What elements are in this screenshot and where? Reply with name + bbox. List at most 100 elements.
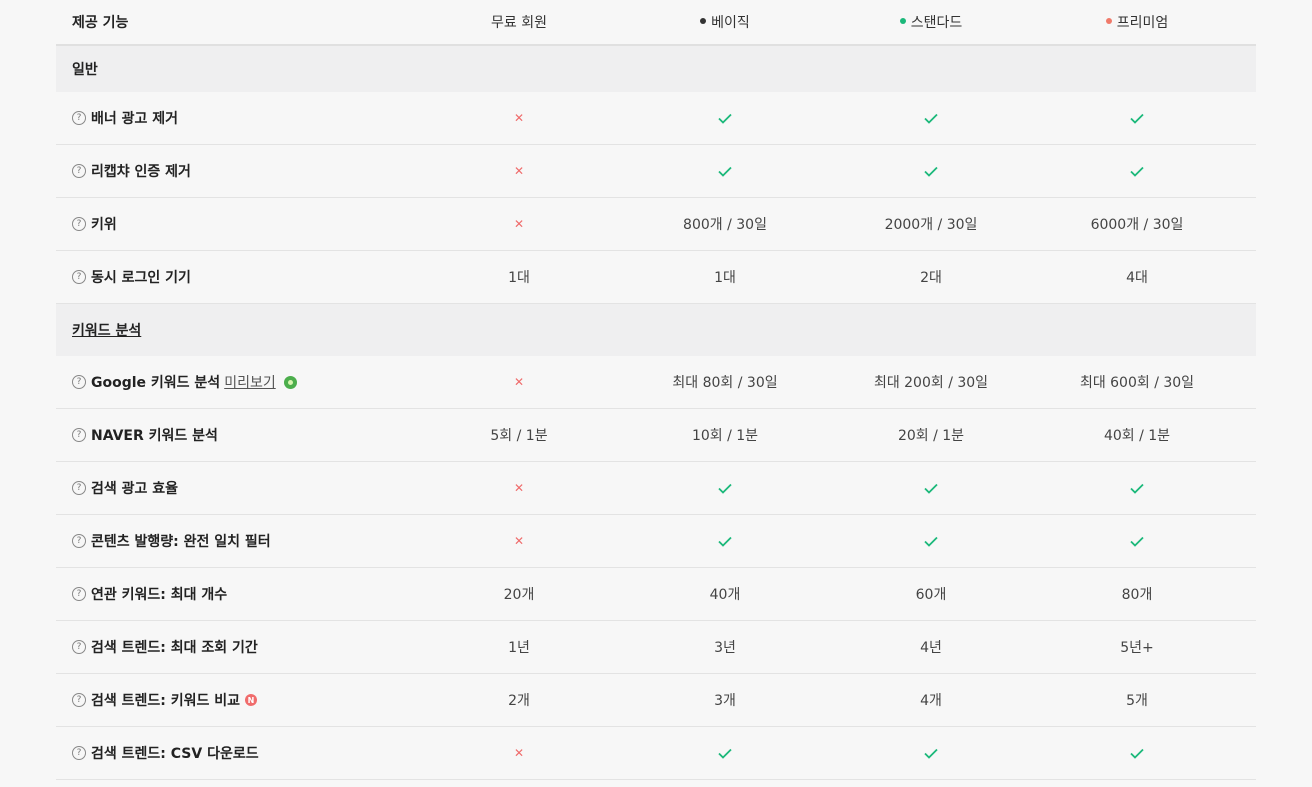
plan-value-cell: 40회 / 1분 xyxy=(1034,425,1240,445)
help-icon[interactable]: ? xyxy=(72,481,86,495)
feature-label: ? 검색 트렌드: 최대 조회 기간 xyxy=(56,637,416,657)
feature-name: 검색 트렌드: CSV 다운로드 xyxy=(91,746,259,762)
plan-value-cell: ✕ xyxy=(416,217,622,231)
plan-value: 1대 xyxy=(714,270,736,286)
google-badge-icon xyxy=(283,375,297,389)
section-title: 일반 xyxy=(72,62,98,78)
plan-value: 40개 xyxy=(709,587,741,603)
table-row: ? 검색 광고 효율 ✕ xyxy=(56,462,1256,515)
feature-column-header: 제공 기능 xyxy=(72,15,129,31)
new-badge-icon: N xyxy=(245,694,258,706)
cross-icon: ✕ xyxy=(513,375,525,389)
help-icon[interactable]: ? xyxy=(72,640,86,654)
plan-value-cell: 60개 xyxy=(828,584,1034,604)
cross-icon: ✕ xyxy=(513,111,525,125)
table-row: ? 콘텐츠 발행량: 완전 일치 필터 ✕ xyxy=(56,515,1256,568)
plan-value: 40회 / 1분 xyxy=(1103,428,1171,444)
plan-value: 1년 xyxy=(508,640,530,656)
plan-header-basic: 베이직 xyxy=(622,12,828,32)
help-icon[interactable]: ? xyxy=(72,428,86,442)
plan-value-cell: 10회 / 1분 xyxy=(622,425,828,445)
plan-value-cell: 5년+ xyxy=(1034,637,1240,657)
plan-value-cell xyxy=(828,166,1034,177)
plan-value: 2개 xyxy=(508,693,530,709)
plan-dot-icon xyxy=(700,18,707,24)
feature-label: ? 키위 xyxy=(56,214,416,234)
table-row: ? 검색 트렌드: 키워드 비교 N 2개 3개 4개 5개 xyxy=(56,674,1256,727)
help-icon[interactable]: ? xyxy=(72,746,86,760)
table-row: ? 검색 트렌드: CSV 다운로드 ✕ xyxy=(56,727,1256,780)
cross-icon: ✕ xyxy=(513,217,525,231)
plan-value: 60개 xyxy=(915,587,947,603)
check-icon xyxy=(924,483,938,494)
table-row: ? NAVER 키워드 분석 5회 / 1분 10회 / 1분 20회 / 1분 40회 … xyxy=(56,409,1256,462)
help-icon[interactable]: ? xyxy=(72,534,86,548)
check-icon xyxy=(1130,483,1144,494)
check-icon xyxy=(924,166,938,177)
plan-value-cell: ✕ xyxy=(416,481,622,495)
plan-value-cell: 4개 xyxy=(828,690,1034,710)
plan-value-cell: 6000개 / 30일 xyxy=(1034,214,1240,234)
help-icon[interactable]: ? xyxy=(72,375,86,389)
plan-value-cell: 1대 xyxy=(416,267,622,287)
help-icon[interactable]: ? xyxy=(72,111,86,125)
help-icon[interactable]: ? xyxy=(72,693,86,707)
cross-icon: ✕ xyxy=(513,534,525,548)
plan-value-cell xyxy=(828,483,1034,494)
plan-value: 1대 xyxy=(508,270,530,286)
check-icon xyxy=(1130,536,1144,547)
plan-value-cell: ✕ xyxy=(416,111,622,125)
feature-label: ? 콘텐츠 발행량: 완전 일치 필터 xyxy=(56,531,416,551)
check-icon xyxy=(924,113,938,124)
plan-dot-icon xyxy=(1105,18,1112,24)
plan-value-cell: 4대 xyxy=(1034,267,1240,287)
plan-value-cell xyxy=(828,113,1034,124)
plan-value: 20개 xyxy=(503,587,535,603)
section-header: 키워드 분석 xyxy=(56,304,1256,356)
section-title[interactable]: 키워드 분석 xyxy=(56,320,141,340)
help-icon[interactable]: ? xyxy=(72,217,86,231)
plan-value-cell: 5개 xyxy=(1034,690,1240,710)
check-icon xyxy=(1130,113,1144,124)
feature-label: ? 배너 광고 제거 xyxy=(56,108,416,128)
feature-label: ? 리캡챠 인증 제거 xyxy=(56,161,416,181)
preview-link[interactable]: 미리보기 xyxy=(224,372,276,392)
plan-value: 3년 xyxy=(714,640,736,656)
plan-value-cell xyxy=(1034,748,1240,759)
plan-value-cell: 40개 xyxy=(622,584,828,604)
table-row: ? 키위 ✕ 800개 / 30일 2000개 / 30일 6000개 / 30일 xyxy=(56,198,1256,251)
plan-value-cell: 1대 xyxy=(622,267,828,287)
plan-value: 800개 / 30일 xyxy=(683,217,767,233)
plan-value-cell xyxy=(828,748,1034,759)
section-header: 일반 xyxy=(56,46,1256,92)
help-icon[interactable]: ? xyxy=(72,164,86,178)
plan-value-cell: 3개 xyxy=(622,690,828,710)
plan-value: 20회 / 1분 xyxy=(897,428,965,444)
help-icon[interactable]: ? xyxy=(72,587,86,601)
feature-name: 검색 트렌드: 최대 조회 기간 xyxy=(91,640,258,656)
check-icon xyxy=(924,748,938,759)
plan-value: 4대 xyxy=(1126,270,1148,286)
plan-value: 2대 xyxy=(920,270,942,286)
check-icon xyxy=(718,113,732,124)
feature-name: 리캡챠 인증 제거 xyxy=(91,164,191,180)
plan-value-cell: 최대 600회 / 30일 xyxy=(1034,372,1240,392)
plan-value-cell xyxy=(622,536,828,547)
feature-label: ? 연관 키워드: 최대 개수 xyxy=(56,584,416,604)
feature-name: 연관 키워드: 최대 개수 xyxy=(91,587,228,603)
cross-icon: ✕ xyxy=(513,746,525,760)
plan-value: 6000개 / 30일 xyxy=(1090,217,1184,233)
feature-label: ? 검색 트렌드: 키워드 비교 N xyxy=(56,690,416,710)
plan-value-cell: 3년 xyxy=(622,637,828,657)
plan-value: 최대 600회 / 30일 xyxy=(1079,375,1195,391)
check-icon xyxy=(1130,748,1144,759)
plan-value-cell: 2000개 / 30일 xyxy=(828,214,1034,234)
help-icon[interactable]: ? xyxy=(72,270,86,284)
plan-value-cell: 4년 xyxy=(828,637,1034,657)
table-row: ? 배너 광고 제거 ✕ xyxy=(56,92,1256,145)
plan-value-cell xyxy=(1034,483,1240,494)
plan-value-cell xyxy=(622,113,828,124)
table-row: ? 동시 로그인 기기 1대 1대 2대 4대 xyxy=(56,251,1256,304)
feature-label: ? NAVER 키워드 분석 xyxy=(56,425,416,445)
feature-name: 배너 광고 제거 xyxy=(91,111,179,127)
